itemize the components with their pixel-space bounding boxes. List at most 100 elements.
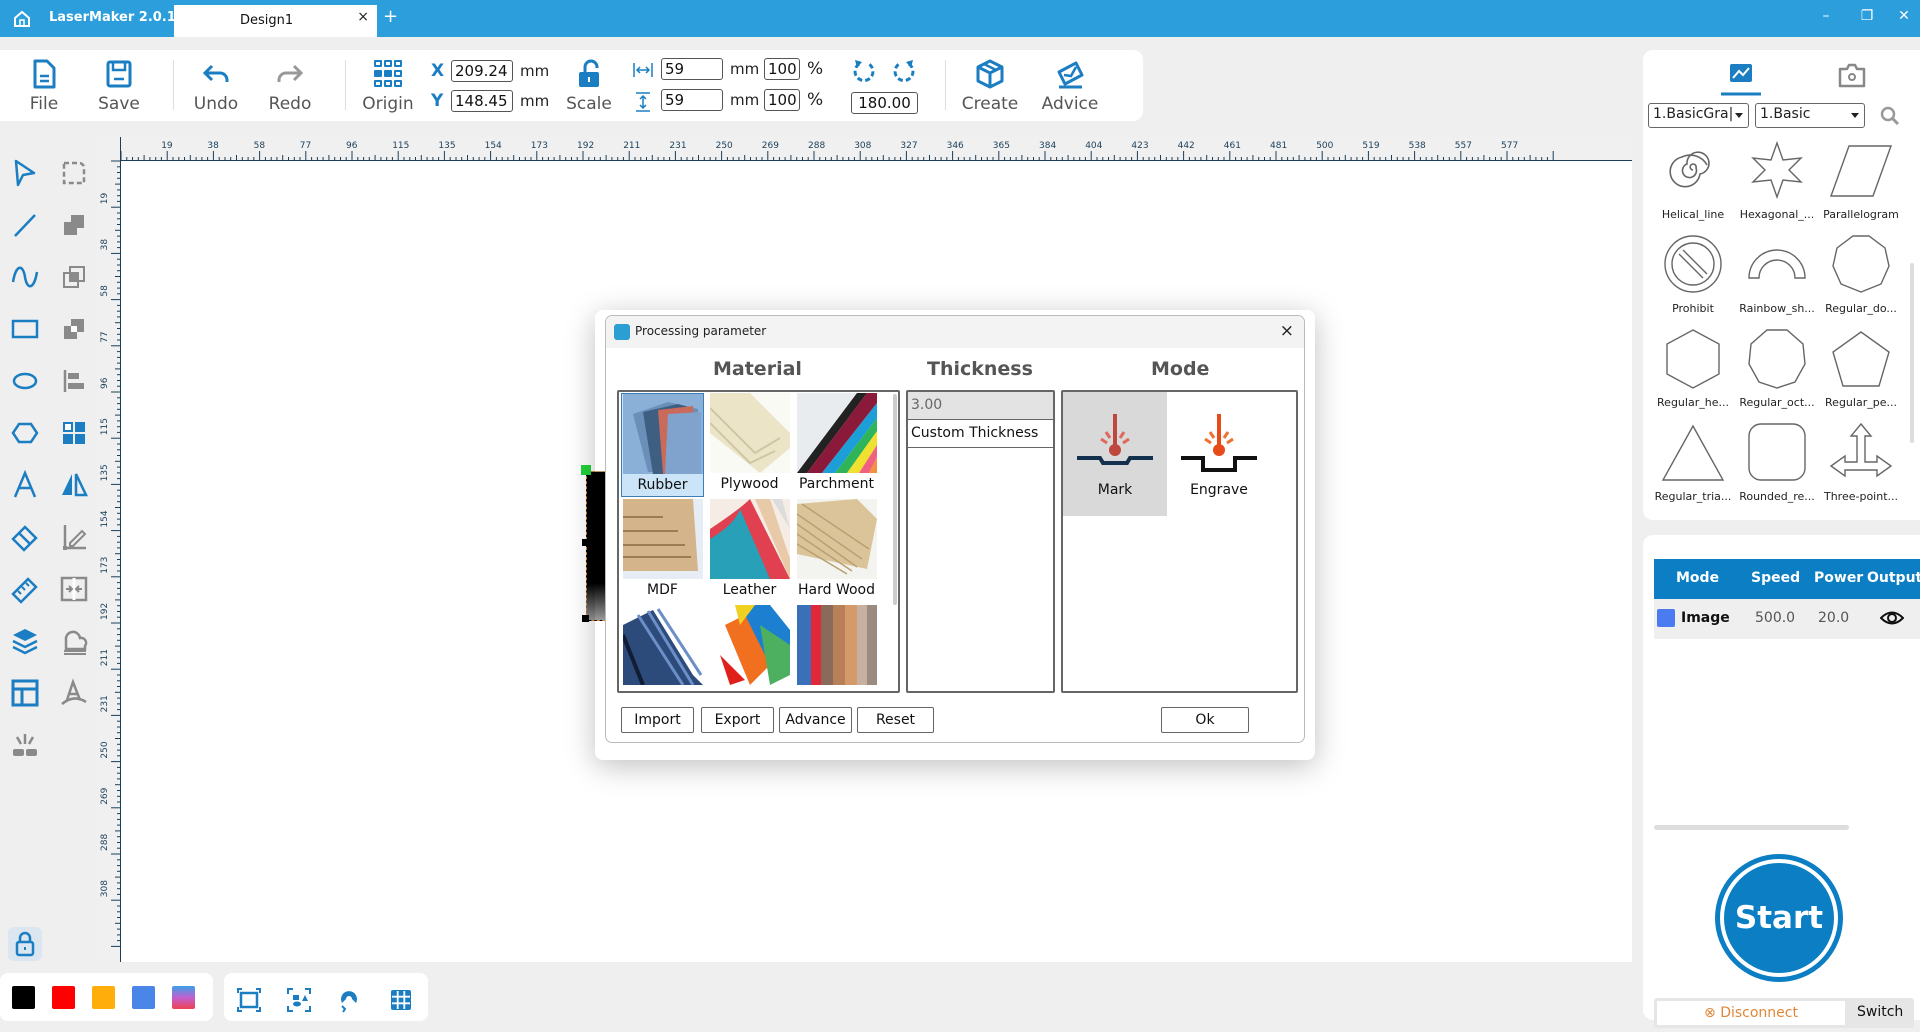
dashed-corner-tool-button[interactable] (57, 156, 91, 190)
fit-canvas-icon[interactable] (236, 987, 262, 1013)
ruler-tool-button[interactable] (8, 572, 42, 606)
tab-close-button[interactable]: × (357, 9, 369, 25)
import-button[interactable]: Import (621, 707, 694, 733)
material-item[interactable]: Leather (708, 499, 791, 603)
layer-row[interactable]: Image 500.0 20.0 (1654, 599, 1920, 639)
shape-item[interactable]: Regular_tria... (1651, 422, 1735, 514)
mode-mark[interactable]: Mark (1063, 392, 1167, 516)
tab-camera[interactable] (1832, 58, 1872, 98)
laser-tool-button[interactable] (8, 728, 42, 762)
curve-tool-button[interactable] (8, 260, 42, 294)
layout-tool-button[interactable] (8, 676, 42, 710)
lock-button[interactable] (8, 927, 42, 961)
shape-item[interactable]: Rounded_re... (1735, 422, 1819, 514)
rotate-handle[interactable] (581, 465, 591, 475)
create-button[interactable]: Create (960, 58, 1020, 114)
layers-tool-button[interactable] (8, 624, 42, 658)
mirror-tool-button[interactable] (57, 468, 91, 502)
search-icon[interactable] (1880, 106, 1900, 126)
resize-handle[interactable] (582, 539, 589, 546)
color-swatch-black[interactable] (12, 986, 35, 1009)
resize-handle[interactable] (582, 615, 589, 622)
text-tool-button[interactable] (8, 468, 42, 502)
material-item[interactable]: Rubber (621, 393, 704, 497)
width-input[interactable]: 59 (661, 58, 723, 80)
disconnect-button[interactable]: ⊗ Disconnect (1657, 1001, 1845, 1025)
advice-button[interactable]: Advice (1040, 58, 1100, 114)
rotate-cw-icon[interactable] (891, 58, 917, 84)
new-tab-button[interactable]: + (383, 6, 398, 27)
redo-button[interactable]: Redo (260, 58, 320, 114)
material-item[interactable]: Hard Wood (795, 499, 878, 603)
eye-icon[interactable] (1880, 609, 1904, 627)
material-item[interactable]: MDF (621, 499, 704, 603)
subtract-tool-button[interactable] (57, 312, 91, 346)
union-tool-button[interactable] (57, 208, 91, 242)
material-scrollbar[interactable] (893, 394, 897, 605)
fit-tool-button[interactable] (57, 572, 91, 606)
rotation-input[interactable]: 180.00 (851, 92, 918, 114)
shape-item[interactable]: Regular_oct... (1735, 328, 1819, 420)
shape-item[interactable]: Hexagonal_... (1735, 140, 1819, 232)
polygon-tool-button[interactable] (8, 416, 42, 450)
y-position-input[interactable]: 148.45 (451, 90, 513, 112)
shape-item[interactable]: Prohibit (1651, 234, 1735, 326)
color-swatch-red[interactable] (52, 986, 75, 1009)
shape-item[interactable]: Parallelogram (1819, 140, 1903, 232)
height-input[interactable]: 59 (661, 89, 723, 111)
select-all-icon[interactable] (286, 987, 312, 1013)
material-item[interactable] (795, 605, 878, 691)
start-button[interactable]: Start (1724, 863, 1834, 973)
magnet-icon[interactable] (336, 987, 362, 1013)
home-icon[interactable] (12, 9, 32, 29)
eraser-tool-button[interactable] (8, 520, 42, 554)
text-path-tool-button[interactable] (57, 676, 91, 710)
intersect-tool-button[interactable] (57, 260, 91, 294)
export-button[interactable]: Export (701, 707, 774, 733)
select-arrow-tool-button[interactable] (8, 156, 42, 190)
material-item[interactable]: Parchment (795, 393, 878, 497)
ellipse-tool-button[interactable] (8, 364, 42, 398)
width-percent-input[interactable]: 100 (764, 58, 800, 80)
tab-design1[interactable]: Design1 × (174, 5, 377, 37)
height-percent-input[interactable]: 100 (764, 89, 800, 111)
thickness-option[interactable]: 3.00 (908, 392, 1053, 420)
shape-list-scrollbar[interactable] (1910, 263, 1914, 443)
shape-item[interactable]: Regular_do... (1819, 234, 1903, 326)
x-position-input[interactable]: 209.24 (451, 60, 513, 82)
weld-tool-button[interactable] (57, 624, 91, 658)
file-button[interactable]: File (14, 58, 74, 114)
shape-item[interactable]: Three-point... (1819, 422, 1903, 514)
scale-lock-button[interactable]: Scale (559, 58, 619, 114)
align-left-tool-button[interactable] (57, 364, 91, 398)
close-window-button[interactable]: ✕ (1894, 8, 1914, 24)
category-select[interactable]: 1.BasicGra| (1648, 103, 1749, 128)
array-tool-button[interactable] (57, 416, 91, 450)
custom-thickness-option[interactable]: Custom Thickness (908, 420, 1053, 448)
minimize-button[interactable]: – (1816, 8, 1836, 24)
switch-button[interactable]: Switch (1857, 1004, 1903, 1020)
shape-item[interactable]: Rainbow_sh... (1735, 234, 1819, 326)
undo-button[interactable]: Undo (186, 58, 246, 114)
subcategory-select[interactable]: 1.Basic (1755, 103, 1865, 128)
grid-icon[interactable] (388, 987, 414, 1013)
shape-item[interactable]: Regular_he... (1651, 328, 1735, 420)
color-swatch-blue[interactable] (132, 986, 155, 1009)
shape-item[interactable]: Helical_line (1651, 140, 1735, 232)
origin-button[interactable]: Origin (358, 58, 418, 114)
advance-button[interactable]: Advance (779, 707, 852, 733)
mode-engrave[interactable]: Engrave (1167, 392, 1271, 516)
material-item[interactable] (621, 605, 704, 691)
material-item[interactable]: Plywood (708, 393, 791, 497)
color-swatch-orange[interactable] (92, 986, 115, 1009)
dialog-close-button[interactable]: × (1280, 321, 1294, 341)
restore-button[interactable]: ❐ (1857, 8, 1877, 24)
shape-item[interactable]: Regular_pe... (1819, 328, 1903, 420)
rotate-ccw-icon[interactable] (851, 58, 877, 84)
save-button[interactable]: Save (89, 58, 149, 114)
edit-node-tool-button[interactable] (57, 520, 91, 554)
rectangle-tool-button[interactable] (8, 312, 42, 346)
layer-color-swatch[interactable] (1657, 609, 1675, 627)
color-swatch-gradient[interactable] (172, 986, 195, 1009)
tab-shape-library[interactable] (1721, 58, 1761, 98)
